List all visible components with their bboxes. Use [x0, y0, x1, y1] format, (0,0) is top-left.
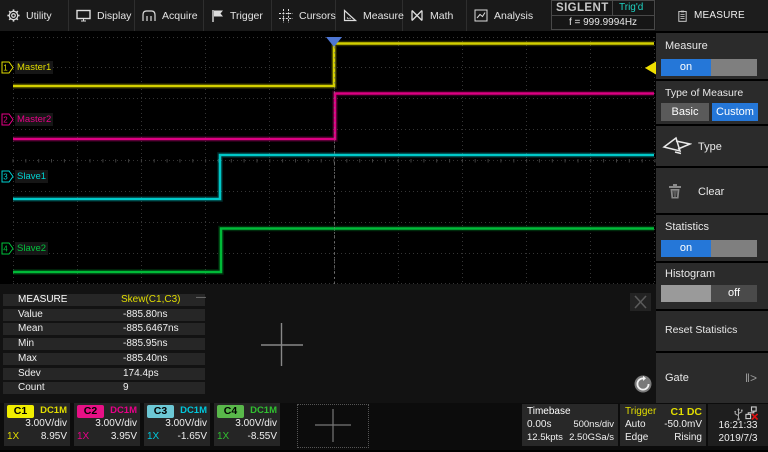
svg-text:3: 3	[3, 173, 8, 182]
svg-text:2: 2	[3, 116, 8, 125]
svg-text:4: 4	[3, 245, 8, 254]
svg-text:1: 1	[3, 64, 8, 73]
